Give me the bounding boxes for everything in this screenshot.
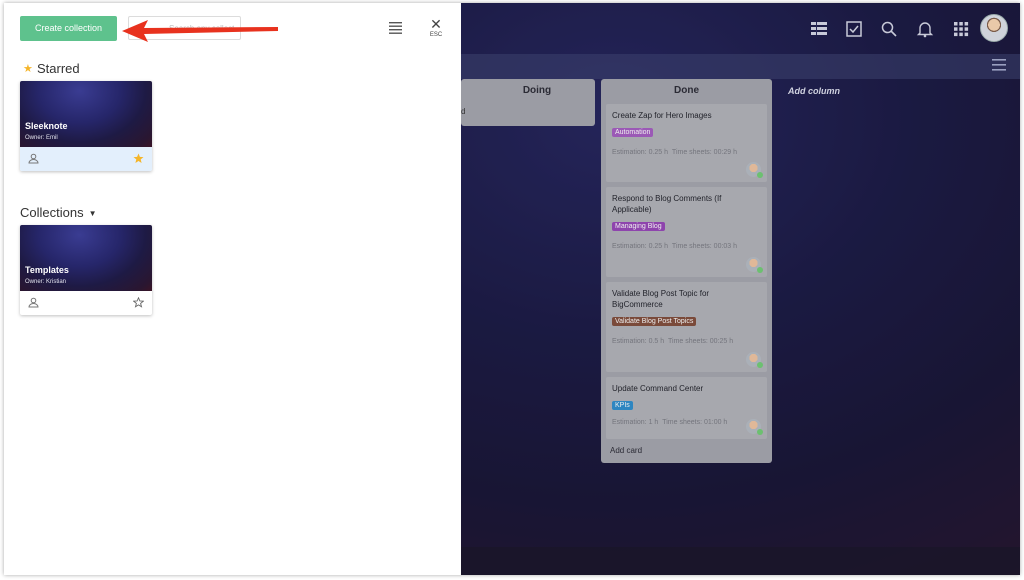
collection-cover: Templates Owner: Kristian (20, 225, 152, 291)
collection-cover: Sleeknote Owner: Emil (20, 81, 152, 147)
starred-heading: Starred (37, 61, 80, 76)
star-icon: ★ (23, 63, 33, 75)
add-column-button[interactable]: Add column (788, 86, 840, 96)
task-card[interactable]: Update Command Center KPIs Estimation: 1… (606, 377, 767, 439)
card-tag: Automation (612, 128, 654, 137)
collections-panel: Create collection ✕ ESC ★ Starred Sleekn… (4, 3, 461, 575)
members-icon[interactable] (28, 153, 39, 164)
star-outline-icon[interactable] (133, 297, 144, 308)
board-subbar (461, 54, 1020, 79)
board-topbar (461, 3, 1020, 53)
caret-down-icon: ▼ (88, 209, 97, 219)
task-card[interactable]: Validate Blog Post Topic for BigCommerce… (606, 282, 767, 372)
apps-grid-icon[interactable] (951, 19, 971, 39)
card-meta: Estimation: 0.5 h Time sheets: 00:25 h (612, 338, 734, 345)
column-done: Done Create Zap for Hero Images Automati… (601, 79, 772, 463)
board-bottombar (461, 547, 1020, 575)
notifications-bell-icon[interactable] (915, 19, 935, 39)
tasks-checkbox-icon[interactable] (844, 19, 864, 39)
create-collection-button[interactable]: Create collection (20, 16, 117, 41)
collection-owner: Owner: Emil (25, 135, 58, 141)
card-title: Update Command Center (612, 384, 704, 393)
collection-owner: Owner: Kristian (25, 279, 67, 285)
card-assignee-avatar (746, 352, 763, 368)
collection-card-sleeknote[interactable]: Sleeknote Owner: Emil (20, 81, 152, 171)
card-meta: Estimation: 0.25 h Time sheets: 00:03 h (612, 243, 738, 250)
members-icon[interactable] (28, 297, 39, 308)
column-title: Done (674, 85, 699, 96)
collection-name: Sleeknote (25, 121, 68, 131)
card-title: Validate Blog Post Topic for BigCommerce (612, 289, 710, 309)
user-avatar[interactable] (980, 14, 1008, 42)
collection-footer (20, 291, 152, 315)
column-doing: Doing d (461, 79, 595, 126)
star-filled-icon[interactable] (133, 153, 144, 164)
card-tag: Managing Blog (612, 222, 665, 231)
column-title: Doing (522, 85, 552, 96)
screenshot-frame: Doing d Done Create Zap for Hero Images … (4, 3, 1020, 575)
arrow-annotation-icon (122, 20, 278, 42)
card-title: Respond to Blog Comments (If Applicable) (612, 194, 722, 214)
table-view-icon[interactable] (809, 19, 829, 39)
board-menu-icon[interactable] (992, 59, 1006, 71)
task-card[interactable]: Respond to Blog Comments (If Applicable)… (606, 187, 767, 277)
search-icon[interactable] (879, 19, 899, 39)
card-assignee-avatar (746, 162, 763, 178)
add-card-button[interactable]: Add card (610, 446, 642, 455)
card-meta: Estimation: 1 h Time sheets: 01:00 h (612, 419, 728, 426)
list-view-icon[interactable] (389, 22, 402, 34)
card-tag: Validate Blog Post Topics (612, 317, 697, 326)
card-stub-text[interactable]: d (461, 107, 465, 116)
card-assignee-avatar (746, 419, 763, 435)
task-card[interactable]: Create Zap for Hero Images Automation Es… (606, 104, 767, 182)
close-icon[interactable]: ✕ (428, 17, 444, 31)
collection-name: Templates (25, 265, 69, 275)
card-assignee-avatar (746, 257, 763, 273)
collection-card-templates[interactable]: Templates Owner: Kristian (20, 225, 152, 315)
collections-heading: Collections (20, 205, 84, 220)
collection-footer (20, 147, 152, 171)
card-title: Create Zap for Hero Images (612, 111, 712, 120)
card-tag: KPIs (612, 401, 633, 410)
esc-label: ESC (429, 32, 443, 38)
card-meta: Estimation: 0.25 h Time sheets: 00:29 h (612, 149, 738, 156)
collections-dropdown-toggle[interactable]: Collections ▼ (20, 205, 97, 220)
